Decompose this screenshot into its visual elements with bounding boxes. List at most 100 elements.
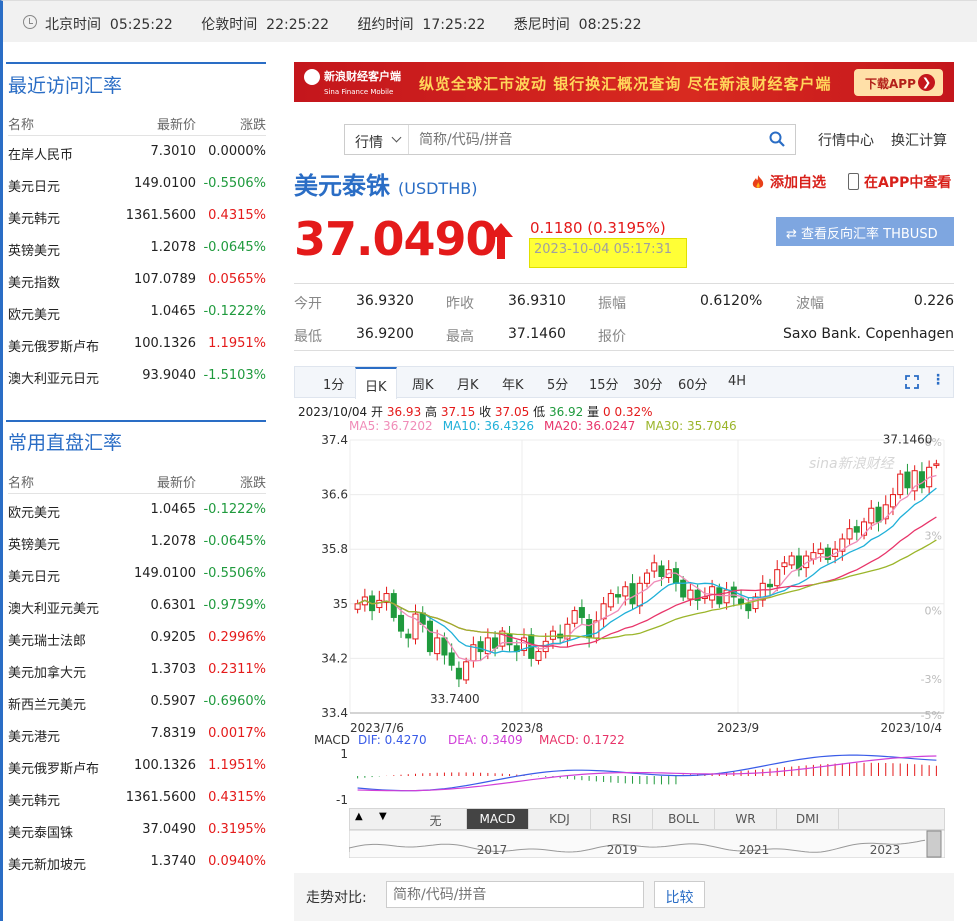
candle[interactable] (549, 630, 556, 640)
candle[interactable] (738, 598, 745, 605)
candle[interactable] (477, 641, 484, 653)
rate-row[interactable]: 美元日元 149.0100 -0.5506% (8, 168, 266, 200)
rate-name[interactable]: 欧元美元 (8, 502, 60, 521)
search-type-select[interactable]: 行情 (345, 125, 409, 154)
candle[interactable] (354, 603, 361, 610)
rate-row[interactable]: 澳大利亚元日元 93.9040 -1.5103% (8, 360, 266, 392)
candle[interactable] (817, 548, 824, 555)
candle[interactable] (463, 661, 470, 681)
indicator-tab[interactable]: RSI (591, 809, 653, 829)
rate-row[interactable]: 欧元美元 1.0465 -0.1222% (8, 296, 266, 328)
candle[interactable] (918, 471, 925, 489)
rate-row[interactable]: 美元新加坡元 1.3740 0.0940% (8, 846, 266, 878)
period-tab[interactable]: 月K (457, 374, 479, 393)
candle[interactable] (441, 637, 448, 656)
rate-row[interactable]: 美元港元 7.8319 0.0017% (8, 718, 266, 750)
market-center-link[interactable]: 行情中心 (818, 130, 874, 150)
rate-name[interactable]: 新西兰元美元 (8, 694, 86, 713)
period-tab[interactable]: 15分 (589, 374, 619, 393)
rate-name[interactable]: 美元韩元 (8, 790, 60, 809)
rate-row[interactable]: 美元日元 149.0100 -0.5506% (8, 558, 266, 590)
indicator-tab[interactable]: DMI (777, 809, 839, 829)
add-watchlist-button[interactable]: 添加自选 (750, 172, 826, 192)
candle[interactable] (397, 614, 405, 632)
rate-name[interactable]: 欧元美元 (8, 304, 60, 323)
rate-name[interactable]: 美元港元 (8, 726, 60, 745)
candle[interactable] (788, 555, 795, 566)
reverse-rate-button[interactable]: ⇄ 查看反向汇率 THBUSD (776, 217, 954, 246)
rate-row[interactable]: 美元俄罗斯卢布 100.1326 1.1951% (8, 328, 266, 360)
candle[interactable] (658, 565, 665, 577)
indicator-tab[interactable]: BOLL (653, 809, 715, 829)
rate-name[interactable]: 美元俄罗斯卢布 (8, 758, 99, 777)
candle[interactable] (875, 506, 882, 523)
candle[interactable] (672, 568, 679, 584)
candle[interactable] (889, 494, 897, 508)
rate-row[interactable]: 新西兰元美元 0.5907 -0.6960% (8, 686, 266, 718)
candle[interactable] (709, 586, 716, 601)
exchange-calculator-link[interactable]: 换汇计算 (891, 130, 947, 150)
candle[interactable] (781, 562, 788, 568)
app-promo-banner[interactable]: 新浪财经客户端 Sina Finance Mobile Version 纵览全球汇… (294, 62, 954, 110)
candle[interactable] (571, 610, 578, 624)
candlestick-chart[interactable]: 37.436.635.83534.233.46%3%0%-3%-5%2023/7… (294, 428, 954, 733)
rate-name[interactable]: 美元韩元 (8, 208, 60, 227)
candle[interactable] (643, 572, 651, 584)
rate-row[interactable]: 英镑美元 1.2078 -0.0645% (8, 232, 266, 264)
rate-row[interactable]: 美元韩元 1361.5600 0.4315% (8, 782, 266, 814)
period-tab[interactable]: 30分 (633, 374, 663, 393)
rate-row[interactable]: 美元加拿大元 1.3703 0.2311% (8, 654, 266, 686)
candle[interactable] (607, 593, 614, 608)
compare-input[interactable] (386, 881, 644, 908)
rate-name[interactable]: 美元日元 (8, 566, 60, 585)
candle[interactable] (434, 637, 441, 655)
candle[interactable] (455, 667, 462, 680)
candle[interactable] (629, 583, 636, 605)
rate-name[interactable]: 美元新加坡元 (8, 854, 86, 873)
candle[interactable] (846, 528, 853, 540)
rate-name[interactable]: 澳大利亚元日元 (8, 368, 99, 387)
period-tab[interactable]: 4H (728, 374, 746, 389)
candle[interactable] (745, 603, 752, 612)
search-icon[interactable] (769, 131, 785, 147)
indicator-tab[interactable]: WR (715, 809, 777, 829)
candle[interactable] (766, 583, 774, 588)
rate-name[interactable]: 美元泰国铢 (8, 822, 73, 841)
candle[interactable] (897, 473, 904, 496)
rate-name[interactable]: 在岸人民币 (8, 144, 73, 163)
indicator-tab[interactable]: KDJ (529, 809, 591, 829)
period-tab[interactable]: 周K (412, 374, 434, 393)
rate-name[interactable]: 美元日元 (8, 176, 60, 195)
rate-row[interactable]: 欧元美元 1.0465 -0.1222% (8, 494, 266, 526)
indicator-tab[interactable]: 无 (405, 809, 467, 829)
view-in-app-button[interactable]: 在APP中查看 (848, 172, 951, 192)
rate-row[interactable]: 美元韩元 1361.5600 0.4315% (8, 200, 266, 232)
candle[interactable] (622, 586, 629, 597)
rate-name[interactable]: 美元加拿大元 (8, 662, 86, 681)
rate-name[interactable]: 美元指数 (8, 272, 60, 291)
candle[interactable] (933, 463, 940, 466)
rate-row[interactable]: 美元指数 107.0789 0.0565% (8, 264, 266, 296)
candle[interactable] (426, 620, 433, 653)
navigator-handle[interactable] (926, 830, 942, 858)
rate-row[interactable]: 澳大利亚元美元 0.6301 -0.9759% (8, 590, 266, 622)
period-tab[interactable]: 5分 (547, 374, 568, 393)
range-navigator[interactable]: 2017 2019 2021 2023 (349, 830, 945, 858)
rate-name[interactable]: 美元俄罗斯卢布 (8, 336, 99, 355)
candle[interactable] (405, 633, 412, 639)
candle[interactable] (868, 507, 875, 524)
rate-row[interactable]: 美元瑞士法郎 0.9205 0.2996% (8, 622, 266, 654)
candle[interactable] (535, 651, 542, 661)
rate-row[interactable]: 美元俄罗斯卢布 100.1326 1.1951% (8, 750, 266, 782)
period-tab[interactable]: 年K (502, 374, 524, 393)
candle[interactable] (904, 471, 911, 489)
scroll-up-icon[interactable]: ▲ (355, 811, 363, 822)
candle[interactable] (853, 526, 860, 533)
scroll-down-icon[interactable]: ▼ (379, 811, 387, 822)
rate-row[interactable]: 美元泰国铢 37.0490 0.3195% (8, 814, 266, 846)
period-tab[interactable]: 1分 (323, 374, 344, 393)
candle[interactable] (615, 594, 622, 598)
candle[interactable] (578, 607, 585, 618)
download-app-button[interactable]: 下载APP ❯ (854, 69, 943, 96)
candle[interactable] (376, 599, 383, 609)
